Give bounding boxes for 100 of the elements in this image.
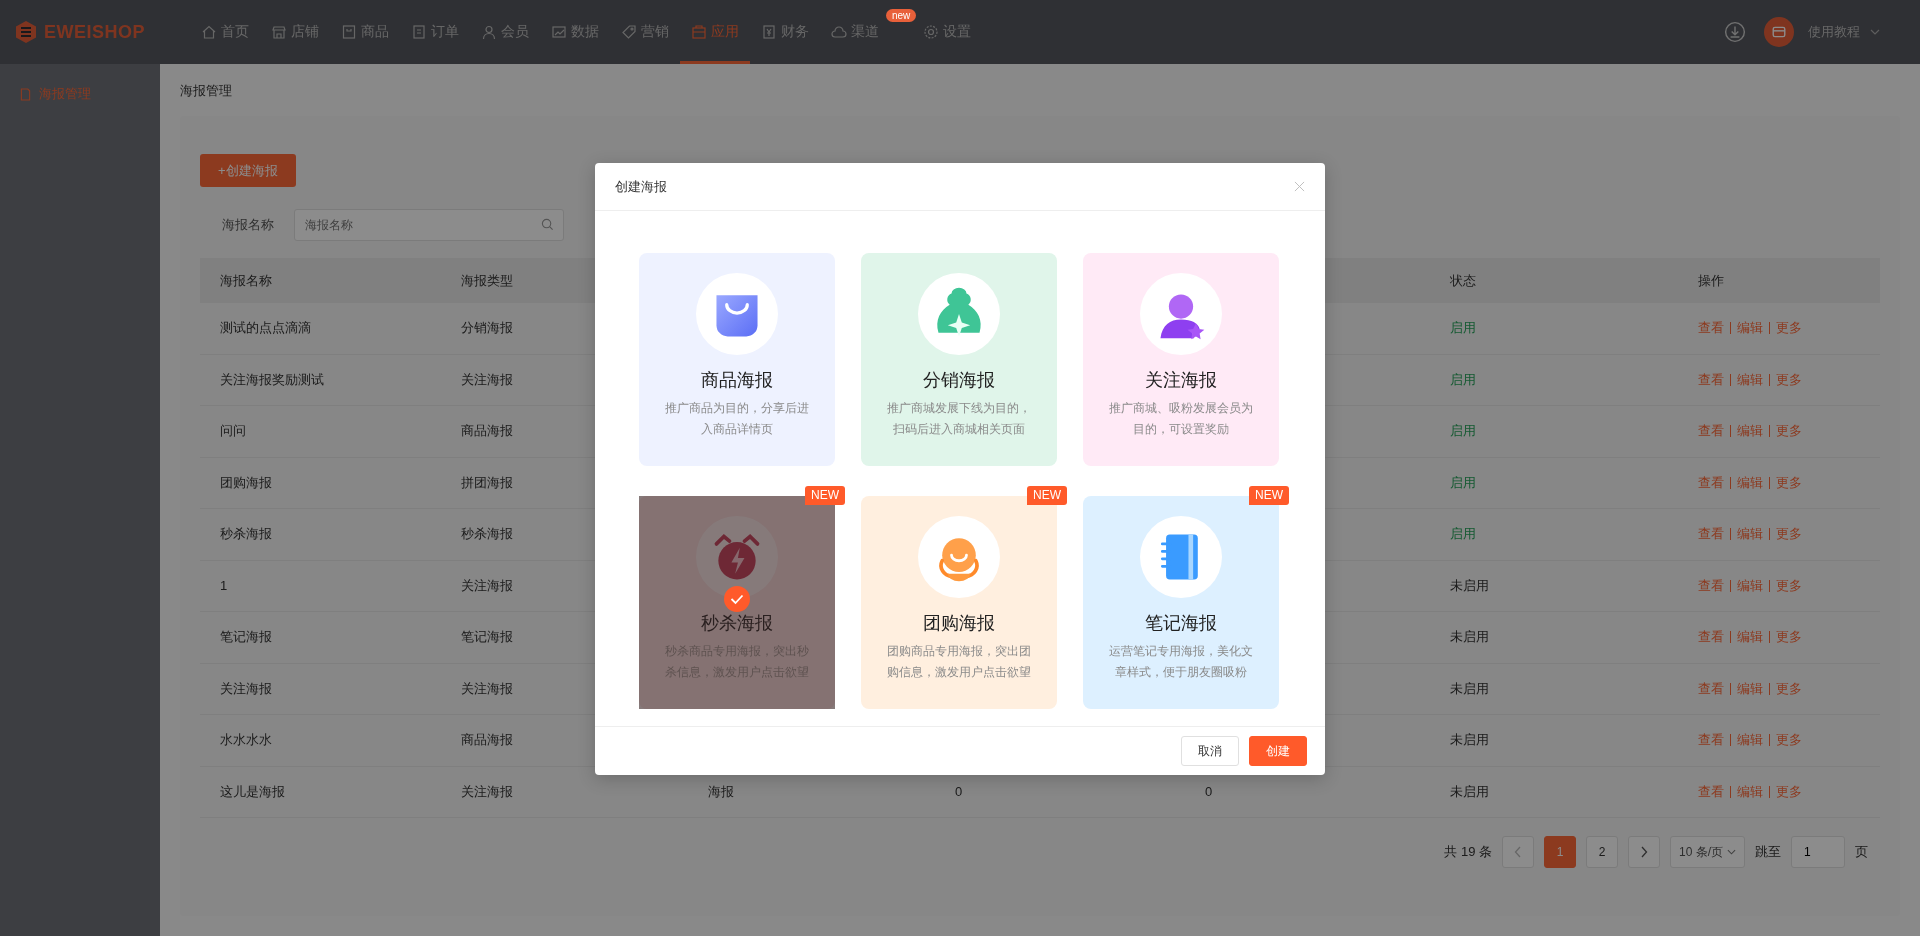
create-button[interactable]: 创建 bbox=[1249, 736, 1307, 766]
page-size-select[interactable]: 10 条/页 bbox=[1670, 836, 1745, 868]
new-badge: new bbox=[886, 9, 917, 22]
status-text: 未启用 bbox=[1450, 577, 1489, 593]
card-title: 分销海报 bbox=[923, 369, 995, 392]
search-field[interactable]: 海报名称 bbox=[294, 209, 564, 241]
download-icon[interactable] bbox=[1724, 21, 1746, 43]
house-icon bbox=[201, 24, 217, 40]
card-description: 运营笔记专用海报，美化文章样式，便于朋友圈吸粉 bbox=[1108, 643, 1254, 681]
chevron-right-icon bbox=[1640, 846, 1648, 858]
table-cell: 关注海报 bbox=[461, 782, 513, 801]
chart-icon bbox=[551, 24, 567, 40]
column-header: 海报名称 bbox=[219, 271, 272, 290]
action-link[interactable]: 查看 bbox=[1698, 425, 1730, 438]
card-title: 关注海报 bbox=[1145, 369, 1217, 392]
table-cell-text: 这儿是海报 bbox=[219, 782, 285, 801]
table-cell-text: 水水水水 bbox=[219, 731, 272, 750]
tag-icon bbox=[621, 24, 637, 40]
search-label: 海报名称 bbox=[222, 216, 274, 234]
action-link[interactable]: 更多 bbox=[1769, 373, 1808, 386]
poster-type-card[interactable]: 商品海报 推广商品为目的，分享后进入商品详情页 bbox=[639, 253, 835, 466]
action-link[interactable]: 编辑 bbox=[1730, 476, 1769, 489]
action-link[interactable]: 更多 bbox=[1769, 476, 1808, 489]
status-text: 未启用 bbox=[1450, 629, 1489, 645]
action-link[interactable]: 查看 bbox=[1698, 322, 1730, 335]
action-link[interactable]: 编辑 bbox=[1730, 785, 1769, 798]
table-cell-text: 关注海报奖励测试 bbox=[219, 370, 324, 389]
action-link[interactable]: 编辑 bbox=[1730, 528, 1769, 541]
cancel-button[interactable]: 取消 bbox=[1181, 736, 1239, 766]
new-badge: NEW bbox=[1249, 486, 1289, 505]
total-count: 共 19 条 bbox=[1444, 843, 1492, 861]
table-cell: 0 bbox=[955, 784, 963, 800]
table-cell-text: 笔记海报 bbox=[219, 628, 272, 647]
card-title: 秒杀海报 bbox=[701, 612, 773, 635]
action-link[interactable]: 更多 bbox=[1769, 682, 1808, 695]
table-cell: 0 bbox=[1205, 784, 1213, 800]
create-poster-button[interactable]: +创建海报 bbox=[200, 154, 296, 187]
action-link[interactable]: 查看 bbox=[1698, 579, 1730, 592]
action-link[interactable]: 更多 bbox=[1769, 579, 1808, 592]
action-link[interactable]: 查看 bbox=[1698, 476, 1730, 489]
status-text: 启用 bbox=[1450, 320, 1476, 336]
close-icon[interactable] bbox=[1294, 181, 1305, 192]
box-icon bbox=[341, 24, 357, 40]
column-header: 海报类型 bbox=[461, 271, 513, 290]
action-link[interactable]: 编辑 bbox=[1730, 682, 1769, 695]
action-link[interactable]: 编辑 bbox=[1730, 373, 1769, 386]
logo-icon bbox=[14, 19, 38, 45]
action-link[interactable]: 编辑 bbox=[1730, 734, 1769, 747]
action-link[interactable]: 查看 bbox=[1698, 682, 1730, 695]
table-cell: 关注海报 bbox=[461, 370, 513, 389]
status-text: 启用 bbox=[1450, 474, 1476, 490]
poster-type-card[interactable]: 分销海报 推广商城发展下线为目的，扫码后进入商城相关页面 bbox=[861, 253, 1057, 466]
table-cell-text: 问问 bbox=[219, 422, 246, 441]
action-link[interactable]: 更多 bbox=[1769, 734, 1808, 747]
page-button[interactable]: 1 bbox=[1544, 836, 1576, 868]
sidebar-item[interactable]: 海报管理 bbox=[0, 76, 160, 112]
status-text: 启用 bbox=[1450, 423, 1476, 439]
chevron-left-icon bbox=[1514, 846, 1522, 858]
chevron-down-icon bbox=[1727, 849, 1736, 855]
new-badge: NEW bbox=[1027, 486, 1067, 505]
chevron-down-icon bbox=[1870, 29, 1880, 35]
action-link[interactable]: 查看 bbox=[1698, 631, 1730, 644]
table-cell: 关注海报 bbox=[461, 576, 513, 595]
card-description: 推广商城、吸粉发展会员为目的，可设置奖励 bbox=[1108, 400, 1254, 438]
action-link[interactable]: 查看 bbox=[1698, 734, 1730, 747]
cloud-icon bbox=[831, 24, 847, 40]
checkmark-icon bbox=[724, 586, 750, 612]
action-link[interactable]: 更多 bbox=[1769, 425, 1808, 438]
poster-type-card[interactable]: 关注海报 推广商城、吸粉发展会员为目的，可设置奖励 bbox=[1083, 253, 1279, 466]
brand-name: EWEISHOP bbox=[44, 21, 145, 43]
action-link[interactable]: 更多 bbox=[1769, 528, 1808, 541]
document-icon bbox=[20, 87, 31, 101]
page-suffix: 页 bbox=[1855, 843, 1868, 861]
action-link[interactable]: 查看 bbox=[1698, 528, 1730, 541]
action-link[interactable]: 更多 bbox=[1769, 631, 1808, 644]
action-link[interactable]: 更多 bbox=[1769, 785, 1808, 798]
action-link[interactable]: 编辑 bbox=[1730, 579, 1769, 592]
status-text: 未启用 bbox=[1450, 680, 1489, 696]
action-link[interactable]: 编辑 bbox=[1730, 631, 1769, 644]
table-cell-text: 秒杀海报 bbox=[219, 525, 272, 544]
next-page-button[interactable] bbox=[1628, 836, 1660, 868]
jump-label: 跳至 bbox=[1755, 843, 1781, 861]
action-link[interactable]: 编辑 bbox=[1730, 425, 1769, 438]
table-cell: 商品海报 bbox=[461, 422, 513, 441]
page-button[interactable]: 2 bbox=[1586, 836, 1618, 868]
card-description: 推广商品为目的，分享后进入商品详情页 bbox=[664, 400, 810, 438]
previous-page-button[interactable] bbox=[1502, 836, 1534, 868]
action-link[interactable]: 查看 bbox=[1698, 785, 1730, 798]
page-title: 海报管理 bbox=[179, 82, 233, 100]
table-cell: 笔记海报 bbox=[461, 628, 513, 647]
settings-icon bbox=[923, 24, 939, 40]
avatar-icon[interactable] bbox=[1764, 17, 1794, 47]
action-link[interactable]: 编辑 bbox=[1730, 322, 1769, 335]
search-icon[interactable] bbox=[541, 218, 554, 231]
action-link[interactable]: 查看 bbox=[1698, 373, 1730, 386]
action-link[interactable]: 更多 bbox=[1769, 322, 1808, 335]
jump-field[interactable]: 1 bbox=[1791, 836, 1845, 868]
card-title: 笔记海报 bbox=[1145, 612, 1217, 635]
document-icon bbox=[411, 24, 427, 40]
table-cell: 分销海报 bbox=[461, 319, 513, 338]
